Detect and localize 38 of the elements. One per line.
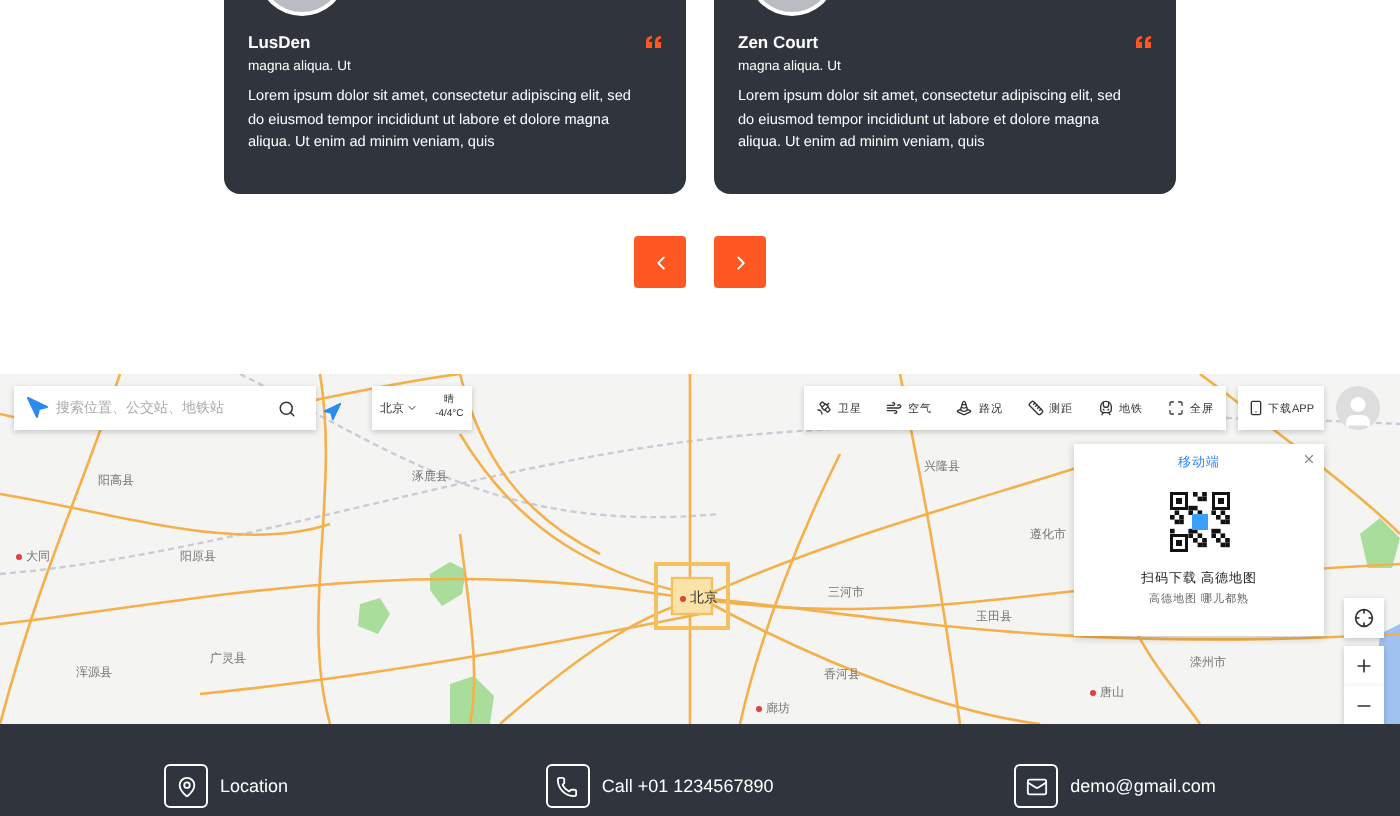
city-dot-icon <box>1090 690 1096 696</box>
tool-icon <box>816 400 833 416</box>
quote-icon <box>646 36 662 48</box>
tool-icon <box>1097 400 1114 416</box>
city-dot-icon <box>756 706 762 712</box>
tool-icon <box>956 400 973 416</box>
ring-road <box>654 562 730 630</box>
route-icon[interactable] <box>322 402 342 422</box>
close-icon <box>1302 452 1316 466</box>
contact-text: Location <box>220 776 289 796</box>
email-icon <box>1025 775 1048 797</box>
qr-code-icon <box>1169 492 1229 552</box>
city-dot-icon <box>680 595 686 601</box>
tool-icon <box>886 400 903 416</box>
logo-icon <box>26 396 50 420</box>
location-icon <box>175 775 197 797</box>
locate-icon <box>1354 608 1374 628</box>
reviewer-name: Zen Court <box>738 32 819 52</box>
tool-icon <box>1167 400 1184 416</box>
phone-icon <box>1247 400 1264 416</box>
quote-icon <box>1136 36 1152 48</box>
contact-text: Call +01 1234567890 <box>601 776 774 796</box>
park-area <box>1360 518 1400 568</box>
locate-button[interactable] <box>1344 598 1384 638</box>
city-dot-icon <box>16 554 22 560</box>
close-button[interactable] <box>1302 452 1316 466</box>
search-icon[interactable] <box>278 399 296 417</box>
reviewer-name: LusDen <box>248 32 311 52</box>
user-icon <box>1340 394 1376 430</box>
park-area <box>358 598 390 634</box>
phone-icon <box>556 775 579 797</box>
tool-icon <box>1027 400 1044 416</box>
park-area <box>450 676 494 724</box>
contact-text: demo@gmail.com <box>1070 776 1216 796</box>
park-area <box>430 562 466 606</box>
zoom-in-button[interactable] <box>1344 646 1384 686</box>
plus-icon <box>1354 656 1374 676</box>
caret-icon <box>406 402 419 414</box>
